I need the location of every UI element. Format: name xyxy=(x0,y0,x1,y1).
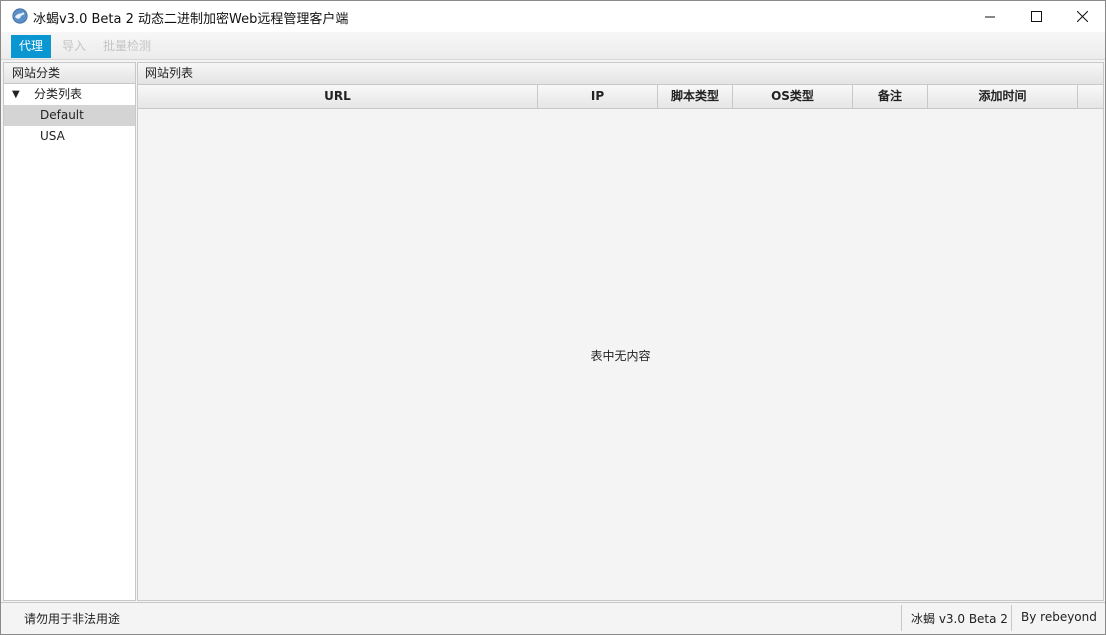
tree-root[interactable]: ▼ 分类列表 xyxy=(4,84,135,105)
status-version-text: 冰蝎 v3.0 Beta 2 xyxy=(911,612,1008,626)
menu-bar: 代理 导入 批量检测 xyxy=(1,32,1105,60)
column-header-ip[interactable]: IP xyxy=(538,85,658,108)
status-bar: 请勿用于非法用途 冰蝎 v3.0 Beta 2 By rebeyond xyxy=(1,602,1105,634)
column-header-url[interactable]: URL xyxy=(138,85,538,108)
category-panel: 网站分类 ▼ 分类列表 Default USA xyxy=(3,62,136,601)
menu-import[interactable]: 导入 xyxy=(54,35,94,58)
maximize-icon xyxy=(1030,11,1042,22)
menu-batch-check[interactable]: 批量检测 xyxy=(95,35,159,58)
site-list-panel-header: 网站列表 xyxy=(138,63,1103,84)
site-list-panel: 网站列表 URL IP 脚本类型 OS类型 备注 添加时间 表中无内容 xyxy=(137,62,1104,601)
site-table-header: URL IP 脚本类型 OS类型 备注 添加时间 xyxy=(138,84,1103,109)
minimize-button[interactable] xyxy=(967,1,1013,32)
column-header-os-type[interactable]: OS类型 xyxy=(733,85,853,108)
column-header-added-time[interactable]: 添加时间 xyxy=(928,85,1078,108)
app-logo-icon xyxy=(12,8,28,24)
app-window: 冰蝎v3.0 Beta 2 动态二进制加密Web远程管理客户端 代理 导入 批量… xyxy=(0,0,1106,635)
tree-root-label: 分类列表 xyxy=(34,87,83,101)
status-divider xyxy=(1011,605,1012,631)
minimize-icon xyxy=(985,16,995,17)
expand-arrow-icon[interactable]: ▼ xyxy=(12,84,20,105)
status-warning-text: 请勿用于非法用途 xyxy=(24,612,121,626)
menu-proxy[interactable]: 代理 xyxy=(11,35,52,58)
close-button[interactable] xyxy=(1059,1,1105,32)
window-title: 冰蝎v3.0 Beta 2 动态二进制加密Web远程管理客户端 xyxy=(33,12,349,27)
tree-item-label: Default xyxy=(40,108,84,122)
column-header-note[interactable]: 备注 xyxy=(853,85,928,108)
column-header-script-type[interactable]: 脚本类型 xyxy=(658,85,733,108)
tree-item-default[interactable]: Default xyxy=(4,105,135,126)
tree-item-label: USA xyxy=(40,129,65,143)
close-icon xyxy=(1076,11,1088,22)
maximize-button[interactable] xyxy=(1013,1,1059,32)
status-author-text: By rebeyond xyxy=(1021,610,1097,624)
tree-item-usa[interactable]: USA xyxy=(4,126,135,147)
category-panel-header: 网站分类 xyxy=(4,63,135,84)
status-divider xyxy=(901,605,902,631)
title-bar[interactable]: 冰蝎v3.0 Beta 2 动态二进制加密Web远程管理客户端 xyxy=(1,1,1105,32)
empty-table-message: 表中无内容 xyxy=(590,349,651,363)
